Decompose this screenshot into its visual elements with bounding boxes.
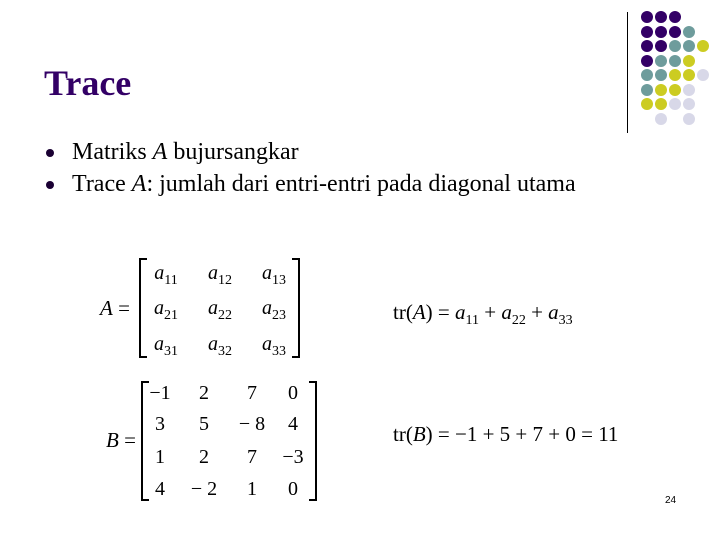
decorative-dot (641, 11, 653, 23)
decorative-dot (669, 11, 681, 23)
matrix-b-cell: 4 (288, 413, 298, 435)
decorative-divider-line (627, 12, 628, 133)
decorative-dot (683, 54, 695, 67)
matrix-a-cell: a33 (262, 333, 286, 359)
bullet-text-pre: Trace (72, 171, 132, 197)
matrix-b-cell: 2 (199, 446, 209, 468)
decorative-dot (669, 83, 681, 96)
decorative-dot (655, 25, 667, 38)
decorative-dot (655, 98, 667, 110)
matrix-a-cell: a31 (154, 333, 178, 359)
matrix-a-label: A = (100, 296, 130, 320)
matrix-b-cell: − 2 (190, 478, 218, 500)
decorative-dot (669, 98, 681, 110)
trace-b-formula: tr(B) = −1 + 5 + 7 + 0 = 11 (393, 422, 619, 446)
decorative-dot (655, 112, 667, 125)
matrix-a-cell: a11 (154, 262, 178, 288)
matrix-b-cell: −3 (282, 446, 304, 468)
decorative-dot (697, 40, 709, 52)
matrix-a-cell: a12 (208, 262, 232, 288)
decorative-dot (697, 69, 709, 81)
matrix-a-cell: a13 (262, 262, 286, 288)
trace-a-formula: tr(A) = a11 + a22 + a33 (393, 300, 573, 329)
bullet-text-pre: Matriks (72, 139, 153, 165)
slide-title: Trace (44, 63, 132, 103)
decorative-dot (669, 69, 681, 81)
matrix-a-cell: a23 (262, 297, 286, 323)
matrix-b-cell: 5 (199, 413, 209, 435)
matrix-b-cell: 0 (288, 382, 298, 404)
decorative-dot (683, 25, 695, 38)
matrix-b-cell: 1 (247, 478, 257, 500)
matrix-a-cell: a22 (208, 297, 232, 323)
decorative-dot (683, 112, 695, 125)
decorative-dot (683, 98, 695, 110)
decorative-dot (669, 25, 681, 38)
bullet-dot-icon (46, 149, 54, 157)
matrix-b-cell: 7 (247, 446, 257, 468)
decorative-dot (655, 40, 667, 52)
matrix-b-cell: 7 (247, 382, 257, 404)
decorative-dot (641, 54, 653, 67)
page-number: 24 (665, 495, 677, 506)
decorative-dot (641, 25, 653, 38)
bullet-dot-icon (46, 181, 54, 189)
decorative-dot (683, 83, 695, 96)
decorative-dot (655, 83, 667, 96)
decorative-dot (641, 98, 653, 110)
decorative-dot (641, 69, 653, 81)
decorative-dot (655, 69, 667, 81)
decorative-dot (655, 54, 667, 67)
decorative-dot (641, 40, 653, 52)
bullet-item: Matriks A bujursangkar (44, 136, 652, 168)
decorative-dot (655, 11, 667, 23)
matrix-a-cell: a32 (208, 333, 232, 359)
bullet-var: A (152, 139, 168, 165)
matrix-b-cell: 1 (155, 446, 165, 468)
matrix-b-cell: −1 (149, 382, 171, 404)
matrix-b-cell: 3 (155, 413, 165, 435)
decorative-dot (669, 54, 681, 67)
decorative-dot (641, 83, 653, 96)
bullet-var: A (131, 171, 147, 197)
matrix-b-cell: 4 (155, 478, 165, 500)
bullet-item: Trace A: jumlah dari entri-entri pada di… (44, 168, 652, 200)
decorative-dot (683, 69, 695, 81)
bullet-text-post: : jumlah dari entri-entri pada diagonal … (146, 171, 576, 197)
matrix-b-cell: 2 (199, 382, 209, 404)
matrix-a-cell: a21 (154, 297, 178, 323)
decorative-dot (669, 40, 681, 52)
decorative-dot (683, 40, 695, 52)
bullet-list: Matriks A bujursangkar Trace A: jumlah d… (44, 136, 652, 200)
matrix-b-cell: 0 (288, 478, 298, 500)
bullet-text-post: bujursangkar (167, 139, 299, 165)
matrix-b-cell: − 8 (238, 413, 266, 435)
matrix-b-label: B = (106, 428, 136, 452)
